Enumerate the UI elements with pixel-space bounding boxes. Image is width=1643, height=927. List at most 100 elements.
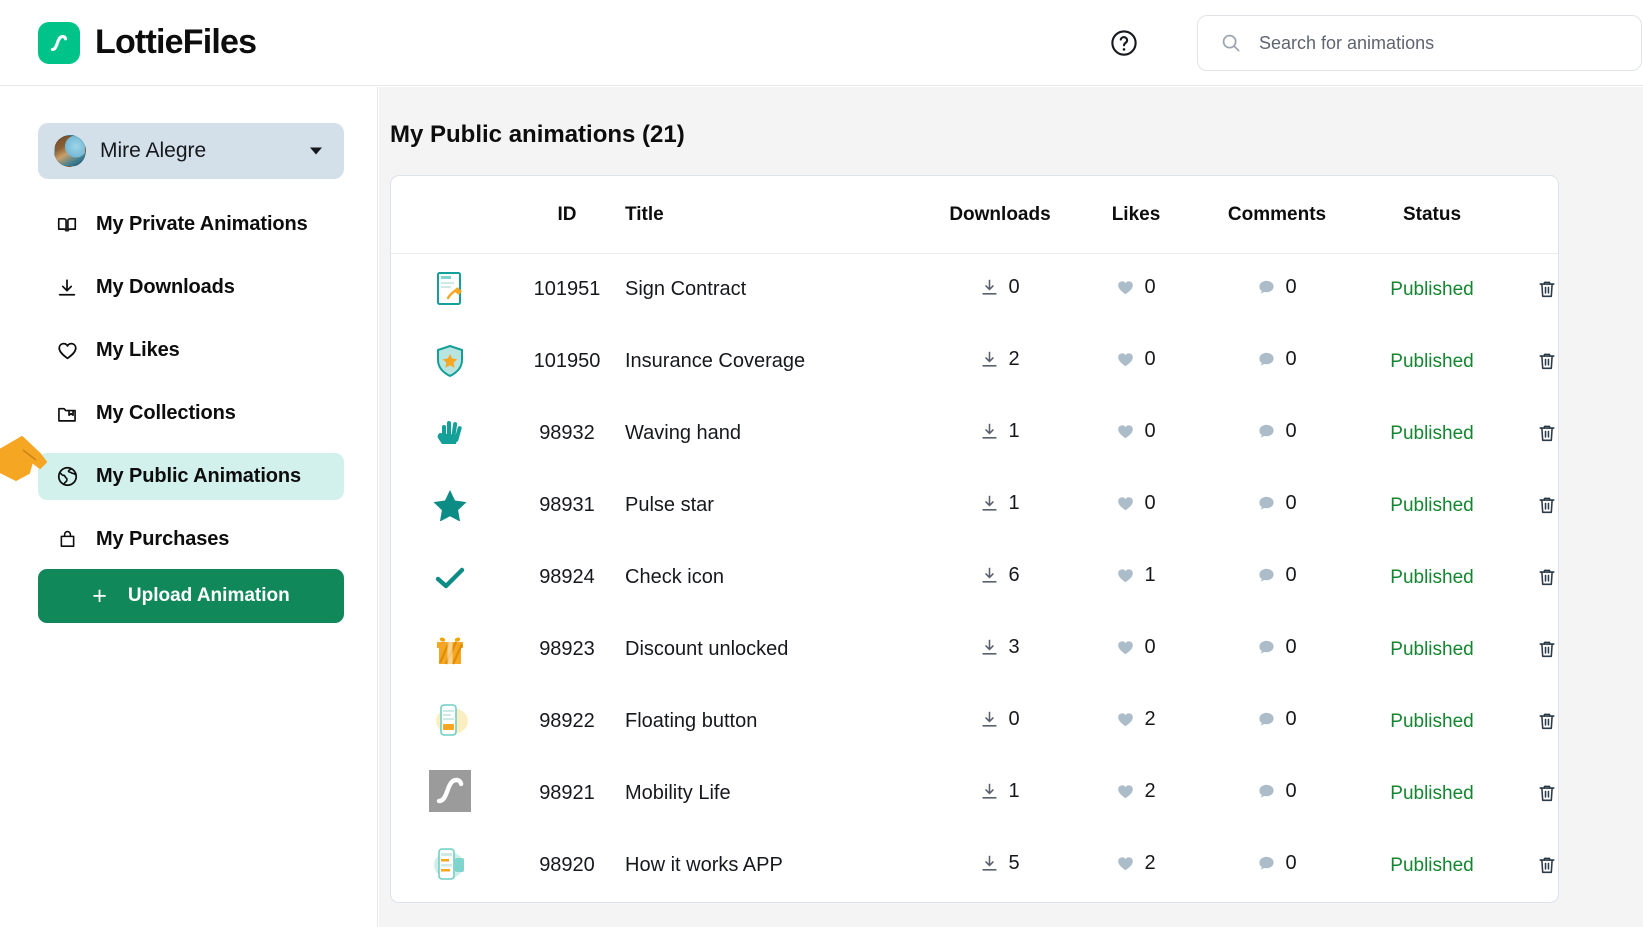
trash-icon[interactable] xyxy=(1532,418,1558,448)
comment-icon xyxy=(1257,350,1276,369)
row-actions-cell xyxy=(1507,398,1558,470)
row-title-cell[interactable]: Discount unlocked xyxy=(625,614,925,686)
sidebar-item-my-likes[interactable]: My Likes xyxy=(38,327,344,374)
table-row[interactable]: 98924 Check icon 6 1 0 Published xyxy=(391,542,1558,614)
row-title-cell[interactable]: Pulse star xyxy=(625,470,925,542)
row-likes-cell: 0 xyxy=(1075,326,1197,398)
row-comments-cell: 0 xyxy=(1197,686,1357,758)
row-status-cell: Published xyxy=(1357,542,1507,614)
status-badge: Published xyxy=(1390,279,1474,301)
row-title-cell[interactable]: Waving hand xyxy=(625,398,925,470)
column-header-actions xyxy=(1507,176,1558,254)
row-comments-cell: 0 xyxy=(1197,326,1357,398)
trash-icon[interactable] xyxy=(1532,490,1558,520)
status-badge: Published xyxy=(1390,567,1474,588)
sidebar-item-my-collections[interactable]: My Collections xyxy=(38,390,344,437)
table-row[interactable]: 98922 Floating button 0 2 0 Published xyxy=(391,686,1558,758)
column-header-comments[interactable]: Comments xyxy=(1197,176,1357,254)
row-id-cell: 98921 xyxy=(509,758,625,830)
row-title-cell[interactable]: Check icon xyxy=(625,542,925,614)
trash-icon[interactable] xyxy=(1532,778,1558,808)
row-likes-value: 2 xyxy=(1144,852,1156,874)
app-root: LottieFiles Mi xyxy=(0,0,1643,927)
row-comments-value: 0 xyxy=(1285,780,1297,802)
download-icon xyxy=(980,350,999,369)
sidebar-item-my-downloads[interactable]: My Downloads xyxy=(38,264,344,311)
column-header-status[interactable]: Status xyxy=(1357,176,1507,254)
row-likes-cell: 1 xyxy=(1075,542,1197,614)
waving-hand-thumb xyxy=(429,412,471,454)
search-box[interactable] xyxy=(1197,15,1642,71)
row-downloads-value: 0 xyxy=(1008,276,1020,299)
brand-name: LottieFiles xyxy=(95,23,257,61)
table-row[interactable]: 98920 How it works APP 5 2 0 Published xyxy=(391,830,1558,902)
help-circle-icon[interactable] xyxy=(1107,26,1141,60)
row-comments-value: 0 xyxy=(1285,852,1297,874)
phone-yellow-thumb xyxy=(429,699,471,741)
search-input[interactable] xyxy=(1259,32,1619,54)
table-row[interactable]: 101951 Sign Contract 0 0 0 Published xyxy=(391,254,1558,326)
row-comments-value: 0 xyxy=(1285,348,1297,370)
trash-icon[interactable] xyxy=(1532,562,1558,592)
row-comments-cell: 0 xyxy=(1197,470,1357,542)
chevron-down-icon xyxy=(310,147,322,155)
sidebar-item-my-private-animations[interactable]: My Private Animations xyxy=(38,201,344,248)
row-actions-cell xyxy=(1507,542,1558,614)
gift-thumb xyxy=(429,628,471,670)
search-icon xyxy=(1220,32,1242,54)
table-row[interactable]: 101950 Insurance Coverage 2 0 0 Published xyxy=(391,326,1558,398)
table-row[interactable]: 98932 Waving hand 1 0 0 Published xyxy=(391,398,1558,470)
row-likes-cell: 0 xyxy=(1075,470,1197,542)
row-title: Sign Contract xyxy=(625,278,747,301)
table-row[interactable]: 98921 Mobility Life 1 2 0 Published xyxy=(391,758,1558,830)
row-downloads-value: 1 xyxy=(1008,780,1020,802)
column-header-title[interactable]: Title xyxy=(625,176,925,254)
row-downloads-cell: 1 xyxy=(925,758,1075,830)
row-downloads-cell: 2 xyxy=(925,326,1075,398)
row-downloads-value: 1 xyxy=(1008,492,1020,514)
trash-icon[interactable] xyxy=(1532,850,1558,880)
column-header-downloads[interactable]: Downloads xyxy=(925,176,1075,254)
sidebar-item-my-public-animations[interactable]: My Public Animations xyxy=(38,453,344,500)
row-title-cell[interactable]: Mobility Life xyxy=(625,758,925,830)
row-title-cell[interactable]: Sign Contract xyxy=(625,254,925,326)
table-row[interactable]: 98931 Pulse star 1 0 0 Published xyxy=(391,470,1558,542)
row-thumbnail-cell xyxy=(391,398,509,470)
row-title-cell[interactable]: Floating button xyxy=(625,686,925,758)
sign-contract-thumb xyxy=(429,268,471,310)
row-title-cell[interactable]: Insurance Coverage xyxy=(625,326,925,398)
row-title: Waving hand xyxy=(625,422,741,444)
row-downloads-value: 5 xyxy=(1008,852,1020,874)
download-icon xyxy=(980,638,999,657)
row-id-cell: 98922 xyxy=(509,686,625,758)
row-downloads-value: 2 xyxy=(1008,348,1020,370)
row-id: 98931 xyxy=(539,494,595,516)
brand-logo[interactable]: LottieFiles xyxy=(38,21,257,64)
sidebar-item-my-purchases[interactable]: My Purchases xyxy=(38,516,344,563)
row-title-cell[interactable]: How it works APP xyxy=(625,830,925,902)
table-row[interactable]: 98923 Discount unlocked 3 0 0 Published xyxy=(391,614,1558,686)
row-id-cell: 98931 xyxy=(509,470,625,542)
row-id: 98922 xyxy=(539,710,595,732)
trash-icon[interactable] xyxy=(1532,706,1558,736)
column-header-likes[interactable]: Likes xyxy=(1075,176,1197,254)
row-id-cell: 98924 xyxy=(509,542,625,614)
column-header-id[interactable]: ID xyxy=(509,176,625,254)
row-downloads-cell: 3 xyxy=(925,614,1075,686)
shield-star-thumb xyxy=(429,340,471,382)
row-downloads-cell: 0 xyxy=(925,686,1075,758)
page-title: My Public animations (21) xyxy=(390,121,685,148)
trash-icon[interactable] xyxy=(1532,274,1558,304)
row-id: 98923 xyxy=(539,638,595,660)
row-status-cell: Published xyxy=(1357,830,1507,902)
upload-animation-button[interactable]: + Upload Animation xyxy=(38,569,344,623)
row-downloads-value: 6 xyxy=(1008,564,1020,586)
row-status-cell: Published xyxy=(1357,398,1507,470)
user-account-chip[interactable]: Mire Alegre xyxy=(38,123,344,179)
trash-icon[interactable] xyxy=(1532,634,1558,664)
sidebar-item-label: My Private Animations xyxy=(96,213,308,235)
trash-icon[interactable] xyxy=(1532,346,1558,376)
heart-icon xyxy=(1116,710,1135,729)
status-badge: Published xyxy=(1390,855,1474,876)
table-body: 101951 Sign Contract 0 0 0 Published 101950 Ins… xyxy=(391,254,1558,902)
